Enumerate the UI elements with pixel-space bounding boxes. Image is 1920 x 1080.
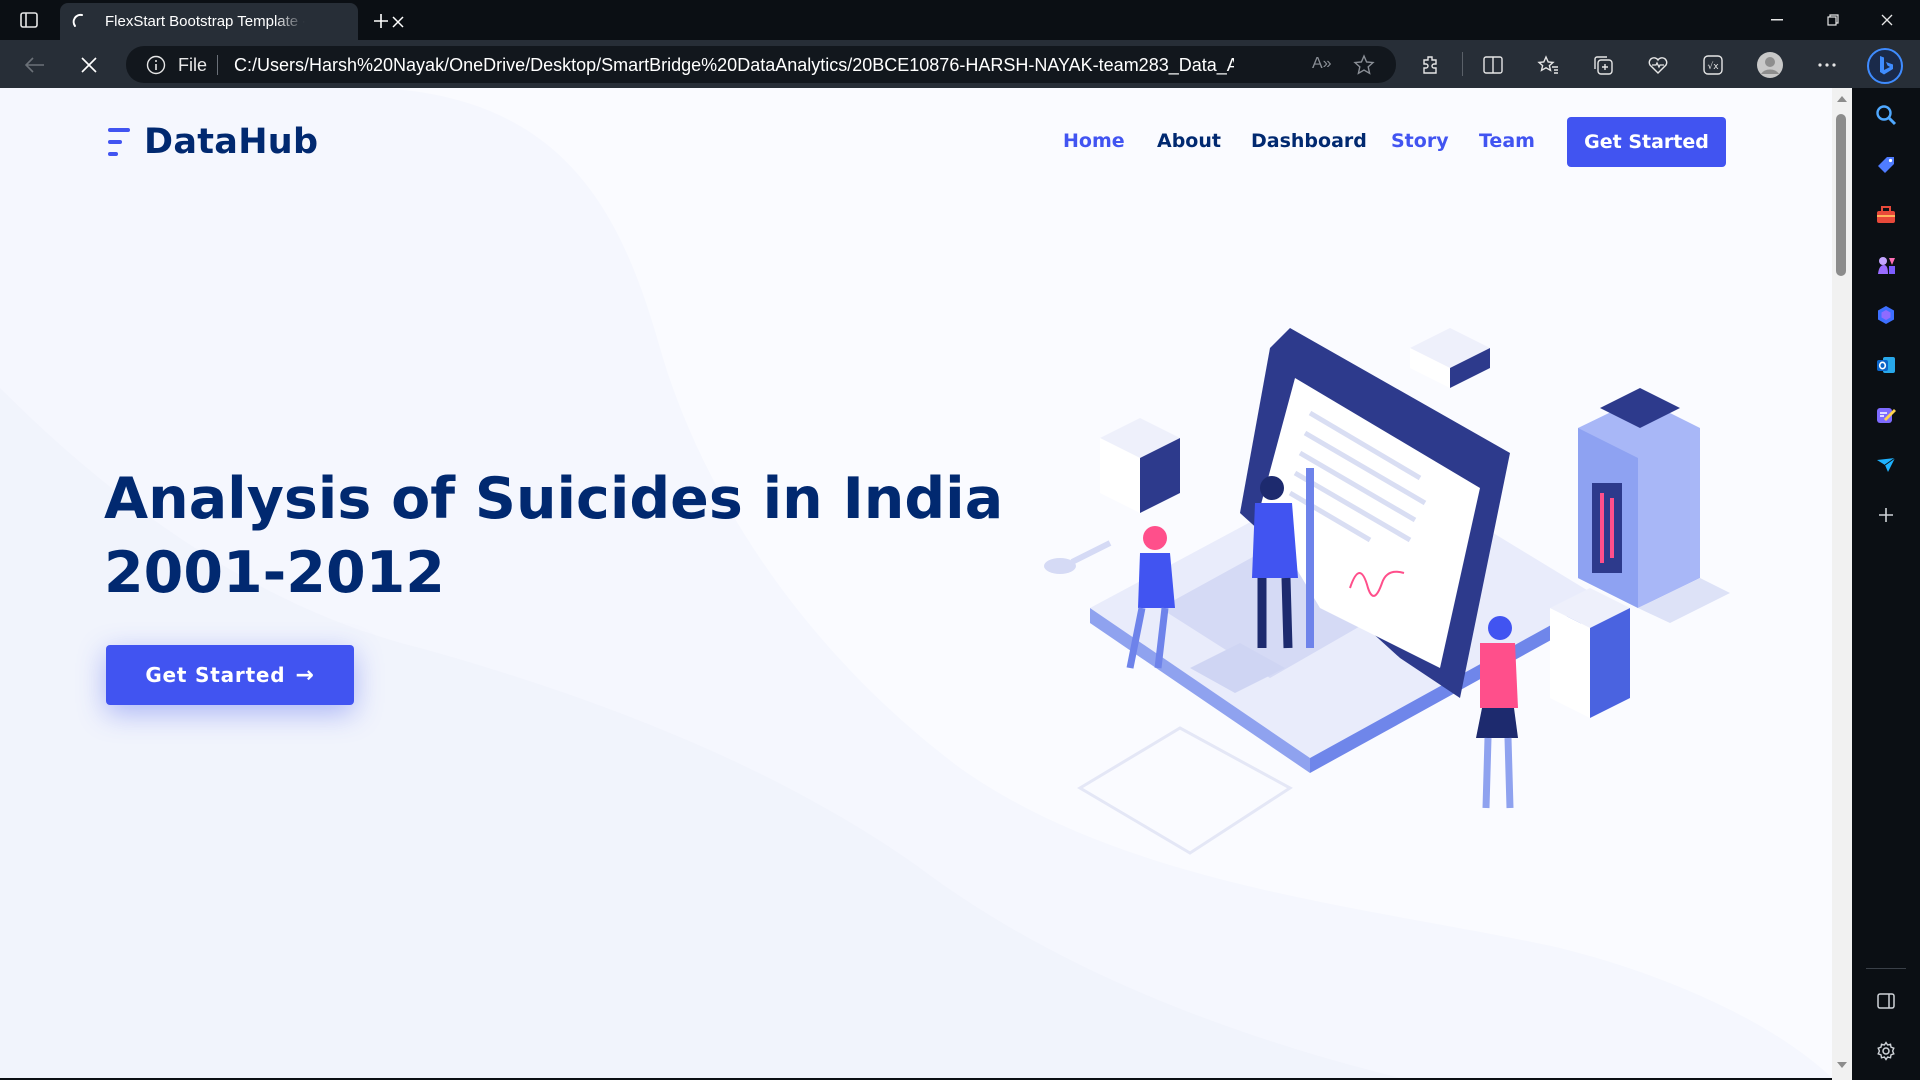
divider bbox=[1866, 968, 1906, 969]
divider bbox=[1462, 52, 1463, 76]
url-scheme: File bbox=[178, 55, 208, 75]
plus-icon[interactable] bbox=[368, 8, 394, 34]
games-icon[interactable] bbox=[1871, 250, 1901, 280]
extensions-icon[interactable] bbox=[1416, 50, 1446, 80]
nav-story[interactable]: Story bbox=[1391, 130, 1449, 152]
browser-tab[interactable]: FlexStart Bootstrap Template - Index bbox=[60, 3, 404, 40]
read-aloud-icon[interactable]: A» bbox=[1312, 55, 1332, 73]
collections-icon[interactable] bbox=[1588, 50, 1618, 80]
profile-avatar-icon[interactable] bbox=[1755, 50, 1785, 80]
browser-toolbar: File C:/Users/Harsh%20Nayak/OneDrive/Des… bbox=[0, 40, 1920, 88]
address-bar[interactable]: File C:/Users/Harsh%20Nayak/OneDrive/Des… bbox=[126, 46, 1396, 83]
hero-title: Analysis of Suicides in India 2001-2012 bbox=[104, 462, 1004, 610]
hero-title-line-2: 2001-2012 bbox=[104, 540, 445, 606]
info-icon[interactable] bbox=[146, 55, 166, 80]
restore-icon[interactable] bbox=[1808, 6, 1858, 34]
more-options-icon[interactable] bbox=[1812, 50, 1842, 80]
scroll-down-icon[interactable] bbox=[1836, 1060, 1848, 1070]
minimize-icon[interactable] bbox=[1752, 6, 1802, 34]
web-page: DataHub Home About Dashboard Story Team … bbox=[0, 88, 1832, 1078]
scroll-up-icon[interactable] bbox=[1836, 94, 1848, 104]
svg-text:√x: √x bbox=[1707, 61, 1719, 72]
tab-bar: FlexStart Bootstrap Template - Index bbox=[0, 0, 1920, 40]
loading-icon bbox=[72, 13, 88, 29]
hero-title-line-1: Analysis of Suicides in India bbox=[104, 466, 1004, 532]
nav-get-started-button[interactable]: Get Started bbox=[1567, 117, 1726, 167]
stop-icon[interactable] bbox=[74, 50, 104, 80]
site-logo[interactable]: DataHub bbox=[104, 122, 318, 162]
nav-about[interactable]: About bbox=[1157, 130, 1221, 152]
bing-copilot-icon[interactable] bbox=[1867, 48, 1903, 84]
nav-home[interactable]: Home bbox=[1063, 130, 1125, 152]
page-scrollbar[interactable] bbox=[1832, 88, 1852, 1080]
search-icon[interactable] bbox=[1871, 100, 1901, 130]
tools-icon[interactable] bbox=[1871, 200, 1901, 230]
divider bbox=[217, 55, 218, 75]
edge-sidebar bbox=[1852, 88, 1920, 1080]
designer-icon[interactable] bbox=[1871, 400, 1901, 430]
tab-actions-icon[interactable] bbox=[16, 8, 42, 32]
back-arrow-icon[interactable] bbox=[20, 50, 50, 80]
drop-icon[interactable] bbox=[1871, 450, 1901, 480]
arrow-right-icon: → bbox=[295, 662, 315, 688]
add-icon[interactable] bbox=[1871, 500, 1901, 530]
browser-essentials-icon[interactable] bbox=[1643, 50, 1673, 80]
logo-mark-icon bbox=[108, 128, 130, 156]
settings-gear-icon[interactable] bbox=[1871, 1036, 1901, 1066]
copilot-icon[interactable] bbox=[1871, 300, 1901, 330]
logo-text: DataHub bbox=[144, 122, 319, 162]
shopping-icon[interactable] bbox=[1871, 150, 1901, 180]
outlook-icon[interactable] bbox=[1871, 350, 1901, 380]
tab-title: FlexStart Bootstrap Template - Index bbox=[105, 13, 305, 30]
favorite-star-icon[interactable] bbox=[1353, 54, 1375, 81]
window-close-icon[interactable] bbox=[1862, 6, 1912, 34]
hero-button-label: Get Started bbox=[145, 663, 286, 687]
split-screen-icon[interactable] bbox=[1478, 50, 1508, 80]
url-text[interactable]: C:/Users/Harsh%20Nayak/OneDrive/Desktop/… bbox=[234, 55, 1234, 76]
hero-illustration bbox=[1044, 328, 1730, 855]
scrollbar-thumb[interactable] bbox=[1836, 114, 1846, 276]
math-solver-icon[interactable]: √x bbox=[1698, 50, 1728, 80]
hero-get-started-button[interactable]: Get Started → bbox=[106, 645, 354, 705]
nav-team[interactable]: Team bbox=[1479, 130, 1535, 152]
nav-dashboard[interactable]: Dashboard bbox=[1251, 130, 1367, 152]
favorites-icon[interactable] bbox=[1533, 50, 1563, 80]
sidebar-layout-icon[interactable] bbox=[1871, 986, 1901, 1016]
